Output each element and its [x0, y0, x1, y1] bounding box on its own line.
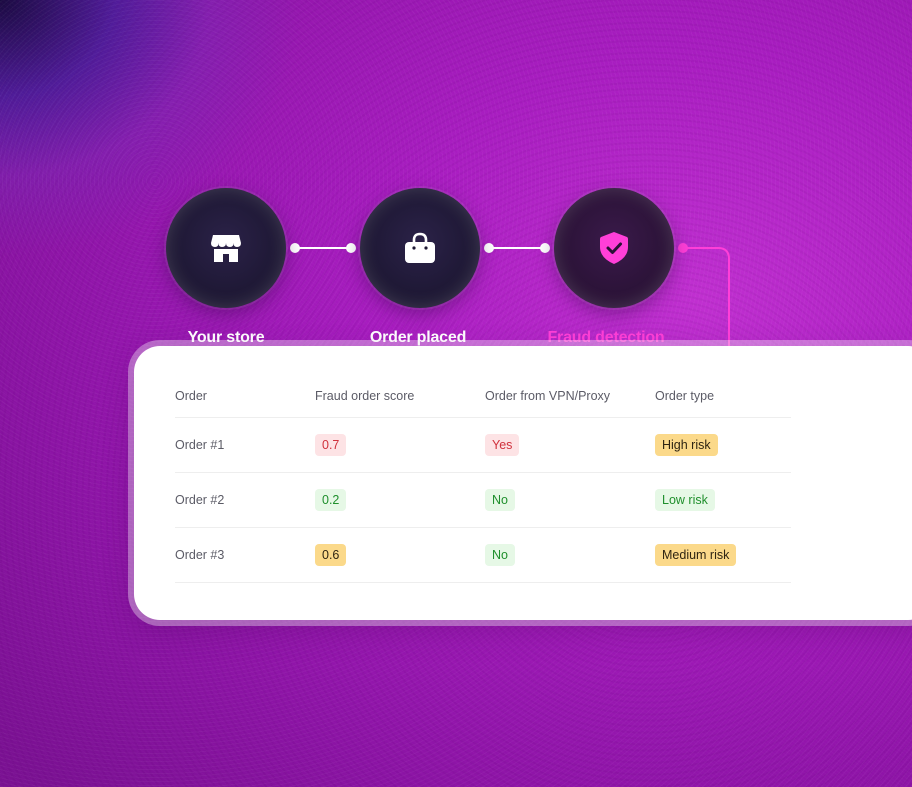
- fraud-score-badge: 0.7: [315, 434, 347, 456]
- step-label-your-store: Your store: [187, 329, 265, 346]
- store-icon: [210, 233, 242, 263]
- table-row: Order #1 0.7 Yes High risk: [175, 418, 791, 473]
- order-id: Order #3: [175, 548, 225, 562]
- column-header-vpn-proxy: Order from VPN/Proxy: [485, 388, 611, 403]
- step-order-placed: [360, 188, 480, 308]
- column-header-order: Order: [175, 388, 207, 403]
- step-label-order-placed: Order placed: [369, 329, 467, 346]
- step-fraud-detection: [554, 188, 674, 308]
- fraud-score-badge: 0.2: [315, 489, 347, 511]
- table-row: Order #3 0.6 No Medium risk: [175, 528, 791, 583]
- fraud-table: Order Fraud order score Order from VPN/P…: [175, 374, 791, 583]
- table-header-row: Order Fraud order score Order from VPN/P…: [175, 374, 791, 418]
- order-type-badge: High risk: [655, 434, 718, 456]
- order-type-badge: Medium risk: [655, 544, 737, 566]
- order-type-badge: Low risk: [655, 489, 715, 511]
- fraud-score-badge: 0.6: [315, 544, 347, 566]
- shield-check-icon: [598, 231, 630, 265]
- vpn-badge: Yes: [485, 434, 520, 456]
- order-id: Order #1: [175, 438, 225, 452]
- column-header-fraud-score: Fraud order score: [315, 388, 415, 403]
- table-row: Order #2 0.2 No Low risk: [175, 473, 791, 528]
- step-label-fraud-detection: Fraud detection: [547, 329, 665, 346]
- shopping-bag-icon: [403, 231, 437, 265]
- step-your-store: [166, 188, 286, 308]
- column-header-order-type: Order type: [655, 388, 715, 403]
- connector-order-to-fraud: [484, 243, 550, 253]
- order-id: Order #2: [175, 493, 225, 507]
- fraud-results-card: Order Fraud order score Order from VPN/P…: [134, 346, 912, 620]
- vpn-badge: No: [485, 544, 515, 566]
- vpn-badge: No: [485, 489, 515, 511]
- connector-store-to-order: [290, 243, 356, 253]
